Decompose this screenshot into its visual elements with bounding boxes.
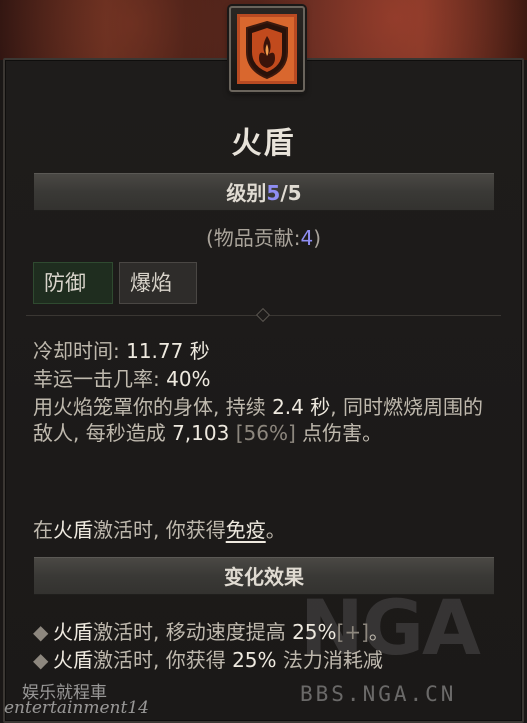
bullet-icon: ◆ [33, 648, 49, 672]
level-separator: / [280, 181, 288, 205]
contribution-value: 4 [300, 226, 314, 250]
contribution-prefix: (物品贡献: [205, 226, 301, 250]
immune-middle: 激活时, 你获得 [93, 518, 226, 542]
cooldown-value: 11.77 秒 [126, 339, 210, 363]
effect-item: ◆ 火盾激活时, 移动速度提高 25%[+]。 [33, 619, 389, 645]
author-watermark-en: entertainment14 [4, 698, 149, 718]
effect-text: 激活时, 你获得 [93, 648, 233, 672]
level-current: 5 [266, 181, 281, 205]
effect-end: 法力消耗减 [276, 648, 383, 672]
description-damage-pct: [56%] [229, 421, 296, 445]
level-bar: 级别5/5 [34, 173, 494, 211]
immune-prefix: 在 [33, 518, 53, 542]
immune-keyword-link[interactable]: 免疫 [226, 518, 266, 542]
immune-skill: 火盾 [53, 518, 93, 542]
effect-skill: 火盾 [53, 648, 93, 672]
description-damage: 7,103 [172, 421, 230, 445]
nga-watermark-url: BBS.NGA.CN [300, 682, 457, 706]
skill-title: 火盾 [231, 126, 296, 161]
effect-skill: 火盾 [53, 620, 93, 644]
cooldown-label: 冷却时间: [33, 339, 127, 363]
item-contribution: (物品贡献:4) [0, 222, 527, 251]
immune-suffix: 。 [265, 518, 286, 542]
bullet-icon: ◆ [33, 620, 49, 644]
effect-end: 。 [368, 620, 389, 644]
level-max: 5 [287, 181, 302, 205]
fire-shield-icon [237, 14, 297, 84]
skill-icon-frame [229, 6, 305, 92]
level-label: 级别 [226, 181, 267, 205]
lucky-hit-line: 幸运一击几率: 40% [33, 366, 211, 392]
description-part1: 用火焰笼罩你的身体, 持续 [33, 395, 273, 419]
cooldown-line: 冷却时间: 11.77 秒 [33, 338, 210, 364]
description-duration: 2.4 秒 [272, 395, 331, 419]
effect-text: 激活时, 移动速度提高 [93, 620, 293, 644]
tag-defense: 防御 [33, 262, 113, 304]
effects-header: 变化效果 [224, 565, 304, 589]
lucky-hit-label: 幸运一击几率: [33, 367, 167, 391]
effect-extra: [+] [336, 620, 369, 644]
tag-pyromancy: 爆焰 [119, 262, 197, 304]
immune-line: 在火盾激活时, 你获得免疫。 [33, 517, 286, 543]
lucky-hit-value: 40% [166, 367, 211, 391]
contribution-suffix: ) [313, 226, 322, 250]
effect-value: 25% [232, 648, 277, 672]
skill-description: 用火焰笼罩你的身体, 持续 2.4 秒, 同时燃烧周围的敌人, 每秒造成 7,1… [33, 394, 483, 446]
description-part3: 点伤害。 [295, 421, 383, 445]
effect-value: 25% [292, 620, 337, 644]
effect-item: ◆ 火盾激活时, 你获得 25% 法力消耗减 [33, 647, 383, 673]
